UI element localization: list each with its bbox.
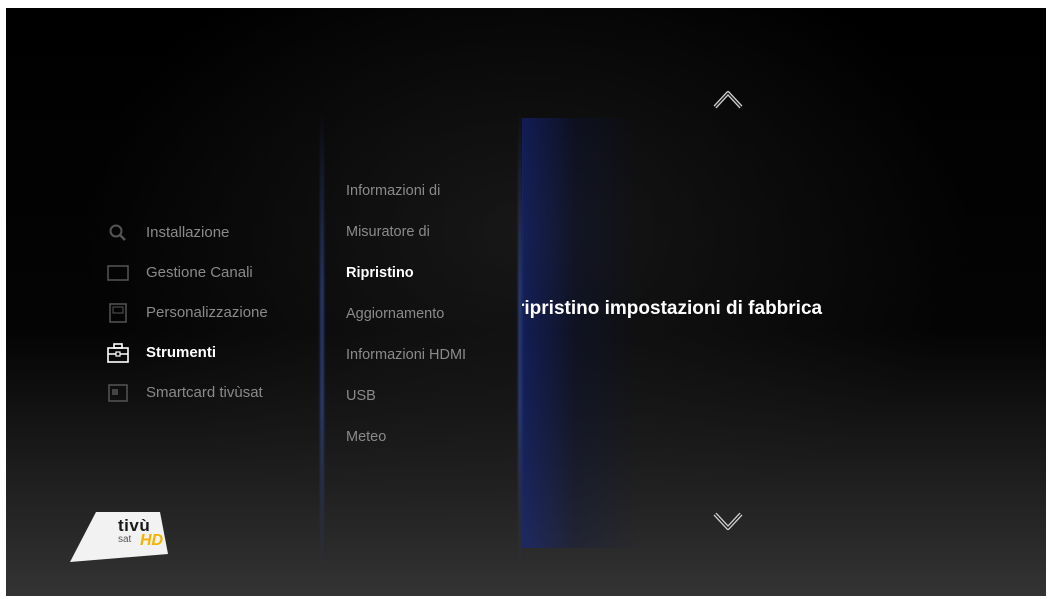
submenu-divider — [518, 108, 522, 568]
tv-screen: Installazione Gestione Canali Personaliz… — [6, 8, 1046, 596]
main-menu-label: Installazione — [146, 224, 230, 241]
toolbox-icon — [106, 343, 130, 363]
selection-glow — [522, 118, 642, 548]
sub-menu-item-informazioni-hdmi[interactable]: Informazioni HDMI — [346, 335, 466, 376]
sub-menu-item-usb[interactable]: USB — [346, 376, 466, 417]
chevron-down-icon[interactable] — [710, 508, 746, 536]
chevron-up-icon[interactable] — [710, 85, 746, 113]
main-menu-item-strumenti[interactable]: Strumenti — [106, 333, 268, 373]
detail-panel: ripristino impostazioni di fabbrica — [522, 298, 922, 324]
logo-hd: HD — [140, 532, 164, 549]
main-menu-label: Strumenti — [146, 344, 217, 361]
main-menu-item-smartcard[interactable]: Smartcard tivùsat — [106, 373, 268, 413]
main-menu-item-installazione[interactable]: Installazione — [106, 213, 268, 253]
sub-menu-item-meteo[interactable]: Meteo — [346, 417, 466, 458]
menu-divider — [320, 108, 324, 568]
sub-menu-item-misuratore[interactable]: Misuratore di — [346, 212, 466, 253]
smartcard-icon — [106, 383, 130, 403]
tivusat-hd-logo: tivù sat HD — [68, 508, 178, 568]
main-menu-label: Gestione Canali — [146, 264, 253, 281]
search-icon — [106, 223, 130, 243]
sub-menu: Informazioni di Misuratore di Ripristino… — [346, 171, 466, 458]
sub-menu-item-aggiornamento[interactable]: Aggiornamento — [346, 294, 466, 335]
main-menu-item-personalizzazione[interactable]: Personalizzazione — [106, 293, 268, 333]
sub-menu-item-informazioni[interactable]: Informazioni di — [346, 171, 466, 212]
logo-sub: sat — [118, 534, 132, 545]
detail-text[interactable]: ripristino impostazioni di fabbrica — [522, 298, 822, 320]
main-menu-label: Smartcard tivùsat — [146, 384, 263, 401]
customize-icon — [106, 303, 130, 323]
main-menu: Installazione Gestione Canali Personaliz… — [106, 213, 268, 413]
sub-menu-item-ripristino[interactable]: Ripristino — [346, 253, 466, 294]
main-menu-label: Personalizzazione — [146, 304, 268, 321]
main-menu-item-gestione-canali[interactable]: Gestione Canali — [106, 253, 268, 293]
tv-icon — [106, 263, 130, 283]
